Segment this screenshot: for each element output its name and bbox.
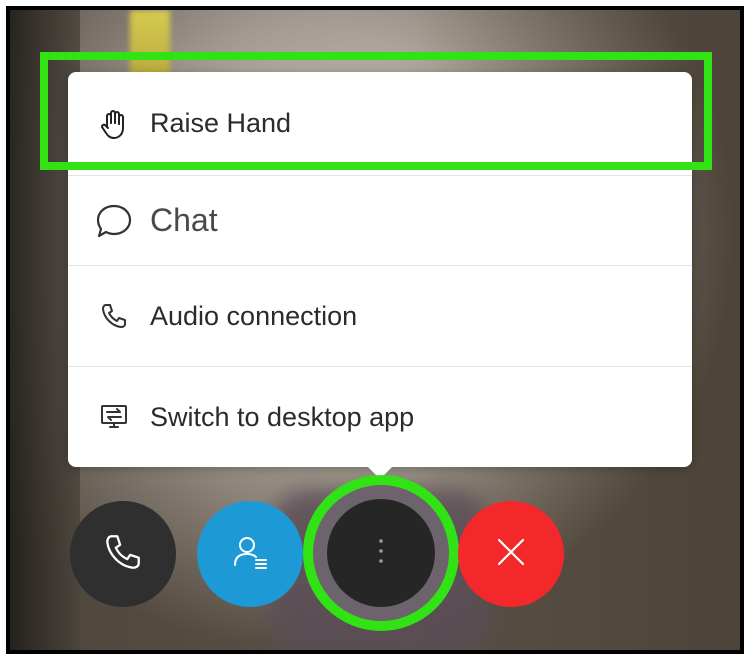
hand-icon	[94, 104, 134, 144]
menu-item-label: Chat	[150, 202, 218, 238]
menu-item-chat[interactable]: Chat	[68, 175, 692, 265]
phone-button[interactable]	[70, 501, 176, 607]
more-vertical-icon	[378, 538, 384, 568]
more-options-menu: Raise Hand Chat Audio connection Switch …	[68, 72, 692, 479]
desktop-switch-icon	[94, 397, 134, 437]
chat-bubble-icon	[94, 201, 134, 241]
menu-item-label: Switch to desktop app	[150, 401, 415, 432]
more-options-button[interactable]	[327, 499, 435, 607]
menu-item-switch-desktop[interactable]: Switch to desktop app	[68, 366, 692, 467]
participants-icon	[230, 532, 270, 577]
menu-item-label: Audio connection	[150, 300, 358, 331]
phone-icon	[94, 296, 134, 336]
menu-item-audio-connection[interactable]: Audio connection	[68, 265, 692, 366]
menu-item-label: Raise Hand	[150, 108, 292, 138]
close-icon	[493, 534, 529, 575]
end-call-button[interactable]	[458, 501, 564, 607]
menu-item-raise-hand[interactable]: Raise Hand	[68, 72, 692, 175]
phone-icon	[103, 532, 143, 577]
participants-button[interactable]	[197, 501, 303, 607]
